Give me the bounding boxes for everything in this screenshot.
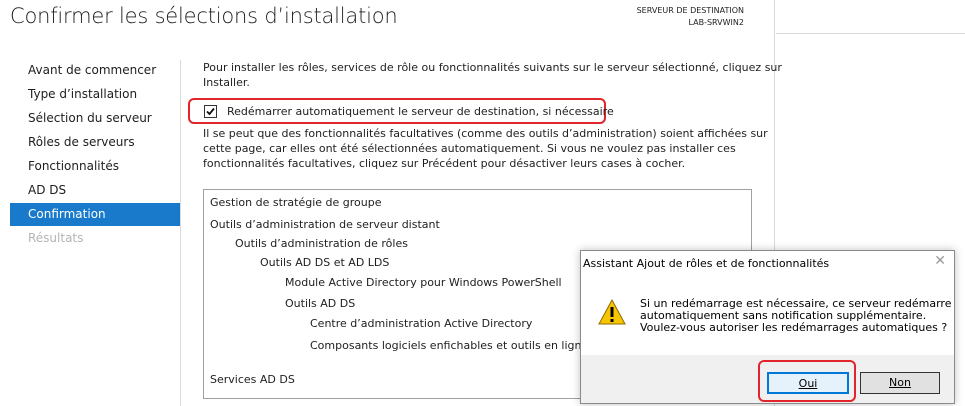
restart-confirmation-dialog: Assistant Ajout de rôles et de fonctionn…	[580, 250, 955, 404]
destination-label: SERVEUR DE DESTINATION	[636, 6, 744, 15]
list-item: Outils AD DS	[285, 297, 356, 310]
yes-button[interactable]: Oui	[767, 372, 849, 394]
intro-line-1: Pour installer les rôles, services de rô…	[203, 61, 782, 74]
note-line-3: fonctionnalités facultatives, cliquez su…	[203, 157, 686, 170]
dialog-message: Si un redémarrage est nécessaire, ce ser…	[640, 298, 951, 334]
note-line-1: Il se peut que des fonctionnalités facul…	[203, 127, 768, 140]
intro-text: Pour installer les rôles, services de rô…	[203, 60, 782, 90]
list-item: Outils d’administration de rôles	[235, 237, 408, 250]
dialog-title: Assistant Ajout de rôles et de fonctionn…	[583, 257, 830, 270]
destination-server-name: LAB-SRVWIN2	[688, 18, 744, 27]
warning-icon	[598, 298, 626, 329]
list-item: Services AD DS	[210, 373, 295, 386]
dialog-button-bar: Oui Non	[581, 355, 954, 403]
right-pane-header-line	[776, 33, 965, 34]
list-item: Outils AD DS et AD LDS	[260, 256, 390, 269]
nav-item-type-installation[interactable]: Type d’installation	[10, 83, 181, 106]
list-item: Centre d’administration Active Directory	[310, 317, 533, 330]
nav-item-confirmation[interactable]: Confirmation	[10, 203, 181, 226]
nav-item-selection-serveur[interactable]: Sélection du serveur	[10, 107, 181, 130]
nav-divider	[180, 60, 181, 406]
nav-item-ad-ds[interactable]: AD DS	[10, 179, 181, 202]
intro-line-2: Installer.	[203, 76, 250, 89]
page-title: Confirmer les sélections d’installation	[10, 4, 398, 28]
close-icon[interactable]: ✕	[934, 253, 946, 269]
checkmark-icon	[206, 107, 215, 116]
restart-checkbox-label[interactable]: Redémarrer automatiquement le serveur de…	[227, 104, 614, 119]
nav-item-roles-serveurs[interactable]: Rôles de serveurs	[10, 131, 181, 154]
optional-features-note: Il se peut que des fonctionnalités facul…	[203, 126, 768, 171]
nav-item-avant-de-commencer[interactable]: Avant de commencer	[10, 59, 181, 82]
list-item: Composants logiciels enfichables et outi…	[310, 339, 589, 352]
list-item: Gestion de stratégie de groupe	[210, 196, 382, 209]
note-line-2: cette page, car elles ont été sélectionn…	[203, 142, 736, 155]
restart-checkbox[interactable]	[204, 105, 217, 118]
no-button-label: Non	[889, 376, 911, 389]
dialog-message-line-3: Voulez-vous autoriser les redémarrages a…	[640, 321, 948, 334]
no-button[interactable]: Non	[860, 372, 940, 394]
list-item: Outils d’administration de serveur dista…	[210, 218, 440, 231]
nav-item-resultats: Résultats	[28, 231, 84, 245]
destination-server-info: SERVEUR DE DESTINATION LAB-SRVWIN2	[637, 5, 744, 29]
nav-item-fonctionnalites[interactable]: Fonctionnalités	[10, 155, 181, 178]
list-item: Module Active Directory pour Windows Pow…	[285, 276, 562, 289]
yes-button-label: Oui	[798, 377, 818, 390]
